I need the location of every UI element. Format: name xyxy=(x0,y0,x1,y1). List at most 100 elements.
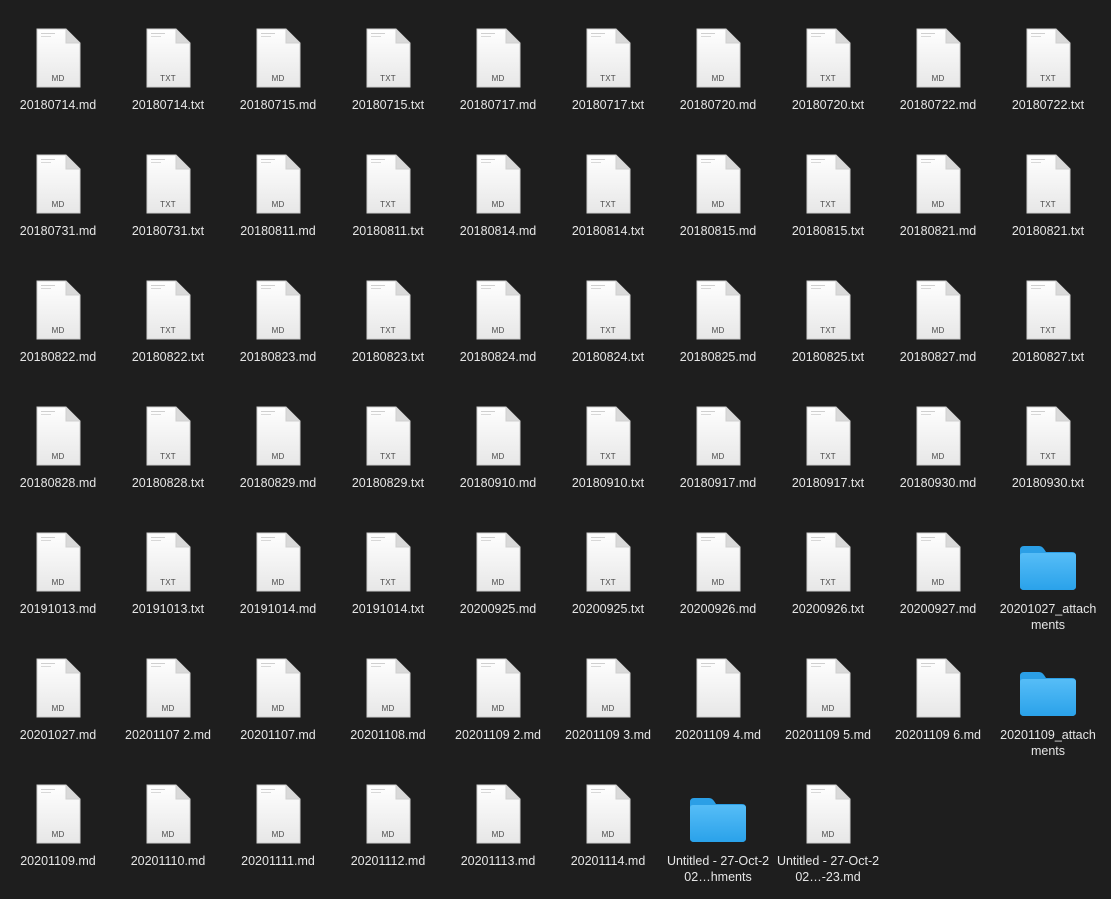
file-item[interactable]: MD 20180722.md xyxy=(883,0,993,118)
file-item[interactable]: MD 20201109 2.md xyxy=(443,630,553,748)
document-icon: TXT xyxy=(585,154,631,214)
file-item[interactable]: TXT 20200925.txt xyxy=(553,504,663,622)
file-item[interactable]: MD 20201107.md xyxy=(223,630,333,748)
file-item[interactable]: TXT 20180814.txt xyxy=(553,126,663,244)
file-item[interactable]: TXT 20180822.txt xyxy=(113,252,223,370)
file-item[interactable]: MD 20180917.md xyxy=(663,378,773,496)
file-item[interactable]: MD 20201110.md xyxy=(113,756,223,874)
file-item[interactable]: MD 20180824.md xyxy=(443,252,553,370)
file-item[interactable]: TXT 20191013.txt xyxy=(113,504,223,622)
file-name-label: 20180828.md xyxy=(19,476,97,490)
file-item[interactable]: MD 20180829.md xyxy=(223,378,333,496)
file-item[interactable]: MD 20180821.md xyxy=(883,126,993,244)
file-type-badge: TXT xyxy=(380,452,396,461)
file-type-badge: TXT xyxy=(820,452,836,461)
file-type-badge: MD xyxy=(491,74,505,83)
document-icon: MD xyxy=(35,154,81,214)
folder-item[interactable]: 20201027_attachments xyxy=(993,504,1103,632)
file-item[interactable]: TXT 20180717.txt xyxy=(553,0,663,118)
file-item[interactable]: MD 20180828.md xyxy=(3,378,113,496)
file-item[interactable]: TXT 20180722.txt xyxy=(993,0,1103,118)
file-item[interactable]: MD 20200927.md xyxy=(883,504,993,622)
folder-name-label: 20201109_attachments xyxy=(1000,728,1096,758)
file-item[interactable]: MD 20191014.md xyxy=(223,504,333,622)
file-item[interactable]: TXT 20180827.txt xyxy=(993,252,1103,370)
file-item[interactable]: MD 20180815.md xyxy=(663,126,773,244)
file-item[interactable]: MD 20201108.md xyxy=(333,630,443,748)
file-item[interactable]: TXT 20191014.txt xyxy=(333,504,443,622)
file-item[interactable]: MD 20191013.md xyxy=(3,504,113,622)
file-item[interactable]: MD 20201113.md xyxy=(443,756,553,874)
file-name-label: 20201109 3.md xyxy=(565,728,651,742)
document-icon: MD xyxy=(35,28,81,88)
file-item[interactable]: MD 20180714.md xyxy=(3,0,113,118)
file-item[interactable]: 20201109 4.md xyxy=(663,630,773,748)
file-item[interactable]: MD 20201109 3.md xyxy=(553,630,663,748)
file-item[interactable]: MD 20201111.md xyxy=(223,756,333,874)
file-item[interactable]: MD 20201107 2.md xyxy=(113,630,223,748)
document-icon: TXT xyxy=(805,532,851,592)
file-item[interactable]: TXT 20180825.txt xyxy=(773,252,883,370)
file-name-label: 20180821.txt xyxy=(1011,224,1085,238)
file-item[interactable]: TXT 20180811.txt xyxy=(333,126,443,244)
file-name-label: 20191014.txt xyxy=(351,602,425,616)
file-item[interactable]: TXT 20180715.txt xyxy=(333,0,443,118)
file-item[interactable]: TXT 20180910.txt xyxy=(553,378,663,496)
document-icon: MD xyxy=(35,658,81,718)
file-item[interactable]: TXT 20180731.txt xyxy=(113,126,223,244)
file-type-badge: MD xyxy=(491,578,505,587)
file-item[interactable]: MD 20180827.md xyxy=(883,252,993,370)
file-item[interactable]: TXT 20180917.txt xyxy=(773,378,883,496)
document-icon: TXT xyxy=(145,280,191,340)
file-item[interactable]: MD 20180715.md xyxy=(223,0,333,118)
file-item[interactable]: MD 20180825.md xyxy=(663,252,773,370)
folder-item[interactable]: Untitled - 27-Oct-202…hments xyxy=(663,756,773,884)
file-item[interactable]: TXT 20180829.txt xyxy=(333,378,443,496)
file-item[interactable]: MD 20180811.md xyxy=(223,126,333,244)
file-type-badge: MD xyxy=(491,200,505,209)
file-item[interactable]: MD 20180731.md xyxy=(3,126,113,244)
file-item[interactable]: TXT 20180821.txt xyxy=(993,126,1103,244)
document-icon: MD xyxy=(145,784,191,844)
document-icon: MD xyxy=(805,658,851,718)
document-icon: MD xyxy=(475,28,521,88)
file-item[interactable]: 20201109 6.md xyxy=(883,630,993,748)
file-item[interactable]: MD 20180814.md xyxy=(443,126,553,244)
document-icon: TXT xyxy=(585,406,631,466)
file-item[interactable]: MD Untitled - 27-Oct-202…-23.md xyxy=(773,756,883,884)
file-name-label: 20201112.md xyxy=(350,854,426,868)
file-item[interactable]: MD 20180930.md xyxy=(883,378,993,496)
file-item[interactable]: TXT 20180930.txt xyxy=(993,378,1103,496)
file-item[interactable]: TXT 20180823.txt xyxy=(333,252,443,370)
file-name-label: 20180822.txt xyxy=(131,350,205,364)
file-name-label: 20180731.md xyxy=(19,224,97,238)
file-item[interactable]: MD 20180720.md xyxy=(663,0,773,118)
file-item[interactable]: TXT 20180828.txt xyxy=(113,378,223,496)
file-item[interactable]: MD 20200925.md xyxy=(443,504,553,622)
file-item[interactable]: MD 20180910.md xyxy=(443,378,553,496)
file-name-label: 20180823.txt xyxy=(351,350,425,364)
file-name-label: 20180917.txt xyxy=(791,476,865,490)
file-name-label: 20201113.md xyxy=(460,854,536,868)
file-name-label: 20180930.md xyxy=(899,476,977,490)
file-item[interactable]: TXT 20180714.txt xyxy=(113,0,223,118)
file-item[interactable]: MD 20180823.md xyxy=(223,252,333,370)
file-item[interactable]: MD 20200926.md xyxy=(663,504,773,622)
file-item[interactable]: TXT 20200926.txt xyxy=(773,504,883,622)
file-item[interactable]: MD 20201114.md xyxy=(553,756,663,874)
file-item[interactable]: TXT 20180720.txt xyxy=(773,0,883,118)
file-type-badge: MD xyxy=(381,704,395,713)
file-item[interactable]: TXT 20180824.txt xyxy=(553,252,663,370)
folder-item[interactable]: 20201109_attachments xyxy=(993,630,1103,758)
file-item[interactable]: MD 20201109.md xyxy=(3,756,113,874)
file-name-label: 20180722.md xyxy=(899,98,977,112)
file-type-badge: TXT xyxy=(380,200,396,209)
file-item[interactable]: MD 20180717.md xyxy=(443,0,553,118)
file-item[interactable]: MD 20201109 5.md xyxy=(773,630,883,748)
file-item[interactable]: MD 20201027.md xyxy=(3,630,113,748)
file-item[interactable]: MD 20201112.md xyxy=(333,756,443,874)
document-icon: TXT xyxy=(145,406,191,466)
file-type-badge: MD xyxy=(601,704,615,713)
file-item[interactable]: MD 20180822.md xyxy=(3,252,113,370)
file-item[interactable]: TXT 20180815.txt xyxy=(773,126,883,244)
